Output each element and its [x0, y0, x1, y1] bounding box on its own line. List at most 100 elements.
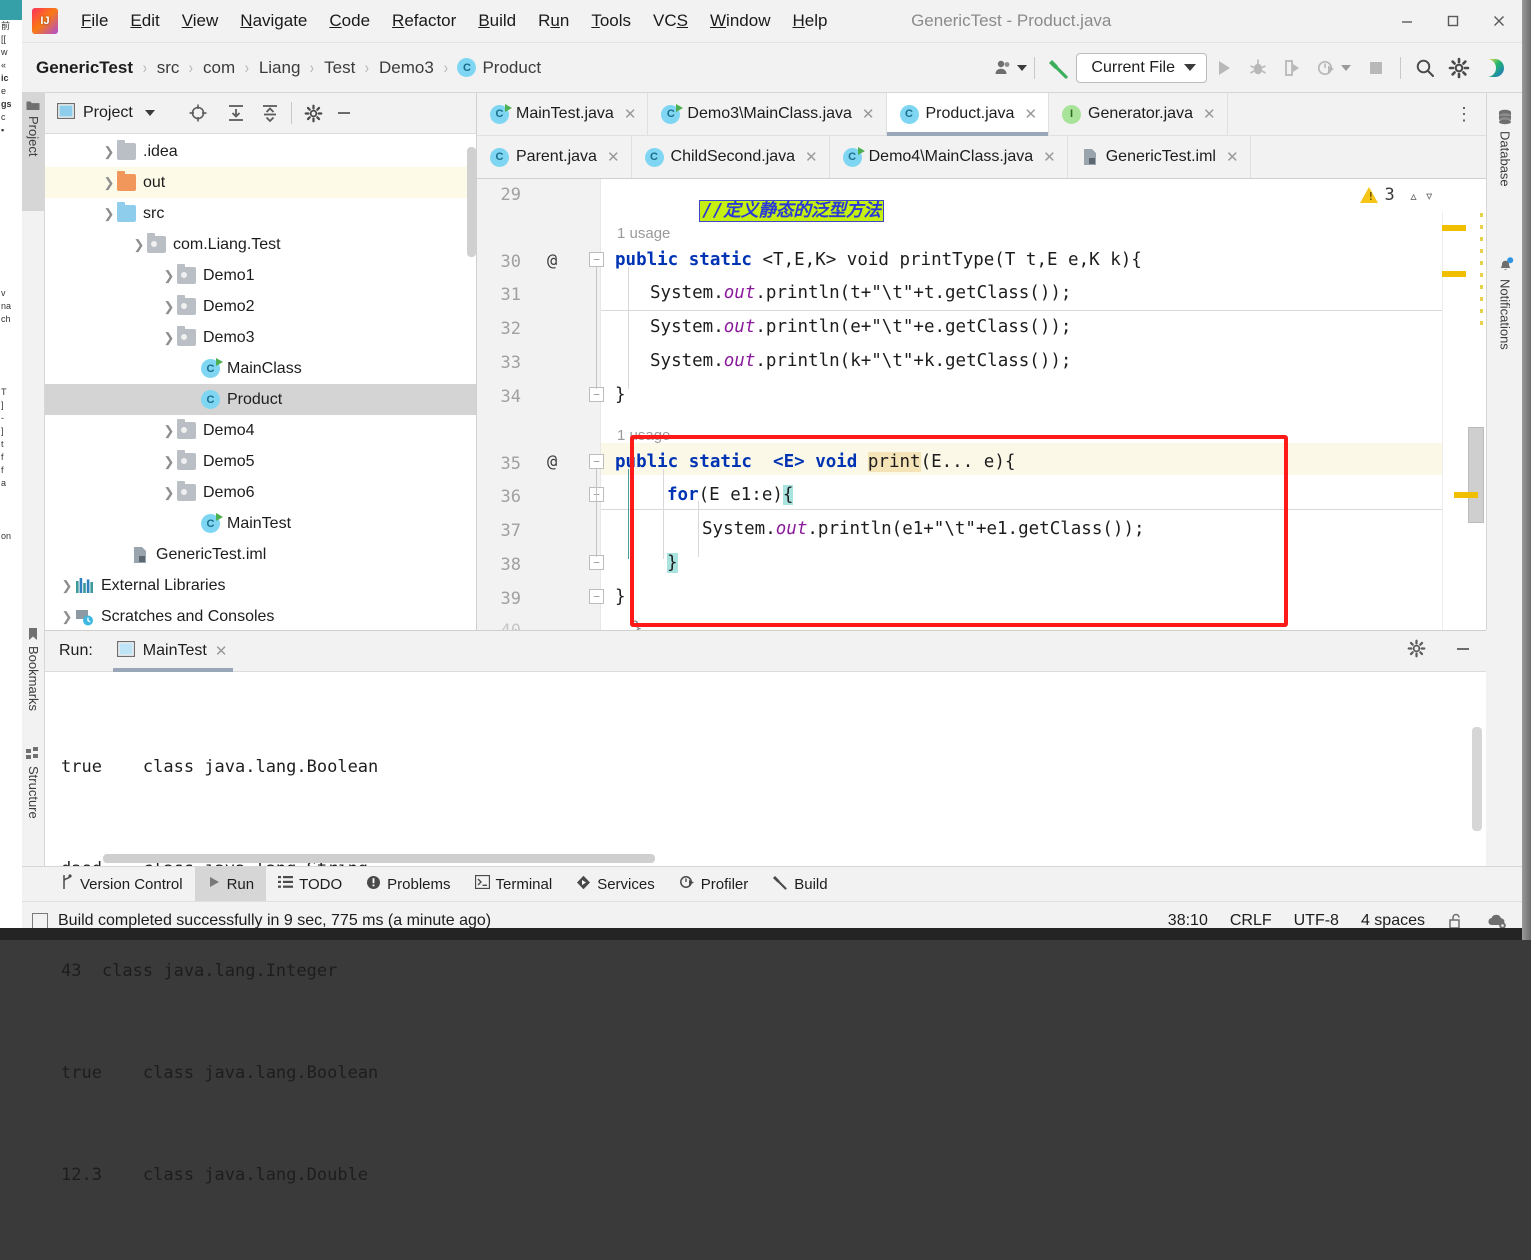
gear-icon[interactable] — [299, 98, 329, 128]
close-icon[interactable]: ✕ — [862, 105, 875, 123]
breadcrumb-item-6[interactable]: Product — [482, 58, 541, 78]
build-hammer-icon[interactable] — [1042, 51, 1076, 85]
editor-tab-childsecond[interactable]: C ChildSecond.java ✕ — [631, 136, 830, 178]
editor-tab-demo4-mainclass[interactable]: C Demo4\MainClass.java ✕ — [829, 136, 1068, 178]
search-magnifier-icon[interactable] — [1408, 51, 1442, 85]
select-opened-file-icon[interactable] — [183, 98, 213, 128]
chevron-down-icon[interactable] — [144, 110, 155, 116]
chevron-down-icon[interactable]: ❯ — [161, 330, 177, 346]
debug-bug-icon[interactable] — [1241, 51, 1275, 85]
editor-tab-generictest-iml[interactable]: GenericTest.iml ✕ — [1067, 136, 1251, 178]
hide-panel-icon[interactable] — [329, 98, 359, 128]
chevron-right-icon[interactable]: ❯ — [161, 423, 177, 439]
status-message[interactable]: Build completed successfully in 9 sec, 7… — [58, 912, 491, 930]
profiler-icon[interactable] — [1309, 51, 1343, 85]
close-icon[interactable]: ✕ — [624, 105, 637, 123]
tree-item-demo5[interactable]: ❯ Demo5 — [45, 446, 476, 477]
chevron-right-icon[interactable]: ❯ — [161, 454, 177, 470]
editor-tab-maintest[interactable]: C MainTest.java ✕ — [477, 93, 649, 135]
tool-window-terminal[interactable]: Terminal — [463, 867, 565, 902]
menu-view[interactable]: View — [171, 7, 230, 35]
editor-tab-generator[interactable]: I Generator.java ✕ — [1049, 93, 1228, 135]
console-output[interactable]: true class java.lang.Boolean dasd class … — [45, 672, 1486, 1260]
ide-updates-icon[interactable] — [1476, 51, 1510, 85]
chevron-right-icon[interactable]: ❯ — [59, 609, 75, 625]
chevron-right-icon[interactable]: ❯ — [161, 268, 177, 284]
tree-item-scratches-and-consoles[interactable]: ❯ Scratches and Consoles — [45, 601, 476, 628]
tool-window-build[interactable]: Build — [760, 867, 839, 902]
breadcrumb-item-4[interactable]: Test — [324, 58, 355, 78]
menu-refactor[interactable]: Refactor — [381, 7, 467, 35]
breadcrumb-item-3[interactable]: Liang — [259, 58, 301, 78]
chevron-down-icon[interactable]: ❯ — [101, 206, 117, 222]
settings-gear-icon[interactable] — [1442, 51, 1476, 85]
chevron-right-icon[interactable]: ❯ — [101, 175, 117, 191]
editor-scrollbar-thumb[interactable] — [1468, 427, 1484, 523]
more-vertical-icon[interactable]: ⋮ — [1442, 93, 1486, 135]
tool-window-services[interactable]: Services — [564, 867, 667, 902]
close-icon[interactable]: ✕ — [805, 148, 818, 166]
tool-window-version-control[interactable]: Version Control — [48, 867, 195, 902]
run-with-coverage-icon[interactable] — [1275, 51, 1309, 85]
menu-file[interactable]: File — [70, 7, 119, 35]
menu-help[interactable]: Help — [781, 7, 838, 35]
sidebar-item-bookmarks[interactable]: Bookmarks — [22, 621, 45, 741]
warning-stripe-marker[interactable] — [1442, 225, 1466, 231]
sidebar-item-notifications[interactable]: Notifications — [1487, 248, 1523, 438]
cloud-settings-icon[interactable] — [1486, 912, 1508, 930]
run-play-icon[interactable] — [1207, 51, 1241, 85]
gutter-annotation-icon[interactable]: @ — [547, 251, 557, 271]
maximize-icon[interactable] — [1430, 0, 1476, 43]
menu-edit[interactable]: Edit — [119, 7, 170, 35]
breadcrumb-item-2[interactable]: com — [203, 58, 235, 78]
editor-tab-parent[interactable]: C Parent.java ✕ — [477, 136, 632, 178]
chevron-down-icon[interactable]: ❯ — [161, 485, 177, 501]
close-icon[interactable]: ✕ — [1024, 105, 1037, 123]
close-icon[interactable]: ✕ — [607, 148, 620, 166]
menu-run[interactable]: Run — [527, 7, 580, 35]
editor-tab-product[interactable]: C Product.java ✕ — [886, 93, 1050, 136]
line-separator[interactable]: CRLF — [1230, 912, 1272, 930]
close-icon[interactable]: ✕ — [1203, 105, 1216, 123]
project-tree-scrollbar[interactable] — [467, 147, 476, 257]
sidebar-item-structure[interactable]: Structure — [22, 741, 45, 861]
sidebar-item-database[interactable]: Database — [1487, 101, 1523, 241]
code-fold-icon[interactable]: − — [589, 454, 604, 469]
breadcrumb-item-1[interactable]: src — [157, 58, 180, 78]
gutter-annotation-icon[interactable]: @ — [547, 452, 557, 472]
close-icon[interactable]: ✕ — [1043, 148, 1056, 166]
code-editor[interactable]: 29 30 31 32 33 34 35 36 37 38 39 40 @ @ … — [477, 179, 1486, 630]
tree-item-product[interactable]: C Product — [45, 384, 476, 415]
profiler-chevron-down-icon[interactable] — [1341, 64, 1351, 71]
file-encoding[interactable]: UTF-8 — [1294, 912, 1339, 930]
chevron-right-icon[interactable]: ❯ — [101, 144, 117, 160]
console-horizontal-scrollbar[interactable] — [103, 854, 655, 863]
tool-window-todo[interactable]: TODO — [266, 867, 354, 902]
code-fold-icon[interactable]: − — [589, 589, 604, 604]
run-tab-maintest[interactable]: MainTest ✕ — [111, 631, 236, 672]
menu-build[interactable]: Build — [467, 7, 527, 35]
tree-item-idea[interactable]: ❯ .idea — [45, 136, 476, 167]
code-fold-icon[interactable]: − — [589, 555, 604, 570]
user-account-icon[interactable] — [987, 51, 1021, 85]
tree-item-external-libraries[interactable]: ❯ External Libraries — [45, 570, 476, 601]
indent-setting[interactable]: 4 spaces — [1361, 912, 1425, 930]
expand-all-icon[interactable] — [221, 98, 251, 128]
inspection-widget[interactable]: 3 ▵ ▿ — [1336, 179, 1486, 211]
tree-item-com-liang-test[interactable]: ❯ com.Liang.Test — [45, 229, 476, 260]
code-fold-icon[interactable]: − — [589, 387, 604, 402]
warning-stripe-marker[interactable] — [1454, 492, 1478, 498]
tree-item-generictest-iml[interactable]: GenericTest.iml — [45, 539, 476, 570]
stop-square-icon[interactable] — [1359, 51, 1393, 85]
tree-item-demo6[interactable]: ❯ Demo6 — [45, 477, 476, 508]
tree-item-mainclass[interactable]: C MainClass — [45, 353, 476, 384]
chevron-right-icon[interactable]: ❯ — [59, 578, 75, 594]
menu-navigate[interactable]: Navigate — [229, 7, 318, 35]
menu-window[interactable]: Window — [699, 7, 781, 35]
sidebar-item-project[interactable]: Project — [22, 93, 45, 211]
usage-hint-line-29[interactable]: 1 usage — [617, 226, 670, 241]
gear-icon[interactable] — [1407, 639, 1426, 663]
breadcrumb-item-5[interactable]: Demo3 — [379, 58, 434, 78]
breadcrumb-item-0[interactable]: GenericTest — [36, 58, 133, 78]
chevron-down-icon[interactable]: ▿ — [1424, 186, 1434, 205]
